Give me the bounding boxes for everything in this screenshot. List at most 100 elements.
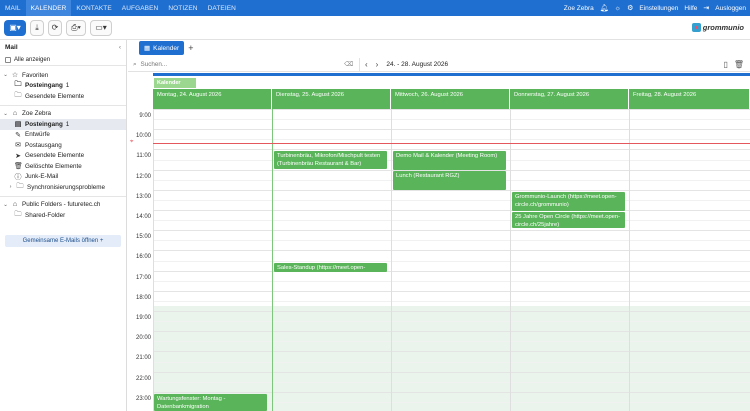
week-grid: Kalender Montag, 24. August 2026 Diensta… (128, 73, 750, 411)
bell-icon[interactable]: 🔔︎ (600, 4, 609, 12)
nav-files[interactable]: DATEIEN (203, 0, 241, 16)
collapse-sidebar-icon[interactable]: ‹ (119, 44, 121, 51)
favorites-label: Favoriten (22, 71, 49, 79)
new-appointment-button[interactable]: ▣▾ (4, 19, 26, 36)
calendar-event[interactable]: Turbinenbräu, Mikrofon/Mischpult testen … (274, 151, 387, 169)
calendar-event[interactable]: Sales-Standup (https://meet.open- (274, 263, 387, 272)
logout-link[interactable]: Ausloggen (715, 5, 746, 12)
nav-calendar[interactable]: KALENDER (25, 0, 72, 16)
day-header[interactable]: Donnerstag, 27. August 2026 (510, 89, 629, 109)
account-node[interactable]: ⌄ ⌂ Zoe Zebra (0, 109, 126, 120)
half-hour-gridline (153, 321, 750, 323)
drafts-icon: ✎ (15, 131, 21, 139)
calendar-chip[interactable]: Kalender (154, 78, 196, 88)
outbox-icon: ✉ (15, 142, 21, 150)
download-button[interactable]: ⤓ (30, 19, 44, 36)
print-button[interactable]: ⎙▾ (66, 19, 86, 36)
day-header[interactable]: Mittwoch, 26. August 2026 (391, 89, 510, 109)
nav-mail[interactable]: MAIL (0, 0, 26, 16)
hour-label: 14:00 (135, 214, 151, 220)
print-icon: ⎙▾ (71, 22, 81, 32)
sidebar-item-junk[interactable]: ⓘ Junk-E-Mail (0, 172, 126, 183)
logo-text: grommunio (702, 23, 744, 32)
hour-label: 19:00 (135, 315, 151, 321)
theme-sun-icon[interactable]: ☼ (615, 5, 621, 12)
sidebar-item-sync[interactable]: › 🗀︎ Synchronisierungsprobleme (0, 182, 126, 193)
help-link[interactable]: Hilfe (684, 5, 697, 12)
chevron-down-icon[interactable]: ⌄ (3, 111, 8, 117)
hour-label: 9:00 (139, 113, 151, 119)
hour-gridline (153, 351, 750, 353)
sidebar-item-sent[interactable]: ➤ Gesendete Elemente (0, 151, 126, 162)
clear-search-icon[interactable]: ⌫ (344, 61, 353, 68)
nav-contacts[interactable]: KONTAKTE (71, 0, 116, 16)
app-nav: MAIL KALENDER KONTAKTE AUFGABEN NOTIZEN … (0, 0, 241, 16)
calendar-event[interactable]: 25 Jahre Open Circle (https://meet.open-… (512, 212, 625, 228)
user-name[interactable]: Zoe Zebra (564, 5, 594, 12)
tab-bar: ▦ Kalender + (128, 40, 750, 56)
calendar-event[interactable]: Wartungsfenster: Montag - Datenbankmigra… (154, 394, 267, 411)
mobile-view-icon[interactable]: ▯ (723, 60, 727, 69)
logout-icon[interactable]: ⇥ (703, 4, 709, 12)
favorites-sent-label: Gesendete Elemente (25, 92, 85, 100)
current-time-marker-icon: ⌖ (130, 139, 134, 145)
favorites-inbox-label: Posteingang (25, 82, 63, 90)
tab-calendar-label: Kalender (153, 44, 180, 52)
add-tab-button[interactable]: + (188, 43, 193, 53)
hour-label: 11:00 (136, 153, 151, 160)
hour-gridline (153, 371, 750, 373)
calendar-event[interactable]: Demo Mail & Kalender (Meeting Room) (393, 151, 506, 170)
gear-icon[interactable]: ⚙ (627, 4, 633, 12)
public-folders-node[interactable]: ⌄ ⌂ Public Folders - futuretec.ch (0, 200, 126, 211)
sidebar-item-shared-folder[interactable]: 🗀︎ Shared-Folder (0, 210, 126, 221)
favorites-node[interactable]: ⌄ ☆ Favoriten (0, 70, 126, 81)
sidebar-item-inbox[interactable]: ▤ Posteingang 1 (0, 119, 126, 130)
chevron-down-icon[interactable]: ⌄ (3, 202, 8, 208)
day-divider (153, 109, 154, 411)
home-icon: ⌂ (12, 201, 18, 209)
trash-icon: 🗑︎ (14, 163, 23, 171)
half-hour-gridline (153, 300, 750, 302)
chevron-down-icon[interactable]: ⌄ (3, 72, 8, 78)
sidebar-item-deleted[interactable]: 🗑︎ Gelöschte Elemente (0, 161, 126, 172)
hour-gridline (153, 270, 750, 272)
hour-gridline (153, 129, 750, 131)
nav-notes[interactable]: NOTIZEN (163, 0, 202, 16)
day-header[interactable]: Dienstag, 25. August 2026 (272, 89, 391, 109)
next-week-button[interactable]: › (376, 60, 379, 69)
nav-tasks[interactable]: AUFGABEN (117, 0, 164, 16)
half-hour-gridline (153, 240, 750, 242)
hour-label: 15:00 (135, 234, 151, 241)
delete-icon[interactable]: 🗑︎ (734, 60, 744, 69)
hour-gridline (153, 290, 750, 292)
day-divider (391, 109, 392, 411)
show-all-toggle[interactable]: Alle anzeigen (0, 54, 126, 66)
open-shared-mail-button[interactable]: Gemeinsame E-Mails öffnen + (5, 235, 121, 247)
favorites-inbox[interactable]: 🗀︎ Posteingang 1 (0, 81, 126, 92)
day-divider (510, 109, 511, 411)
favorites-sent[interactable]: 🗀︎ Gesendete Elemente (0, 91, 126, 102)
half-hour-gridline (153, 280, 750, 282)
sent-label: Gesendete Elemente (25, 152, 85, 160)
hour-label: 17:00 (135, 274, 151, 281)
search-placeholder: Suchen... (140, 61, 168, 68)
folder-icon: 🗀︎ (14, 81, 22, 89)
sidebar-item-outbox[interactable]: ✉ Postausgang (0, 140, 126, 151)
show-all-checkbox[interactable] (5, 56, 11, 63)
tab-calendar[interactable]: ▦ Kalender (139, 41, 185, 55)
search-input[interactable]: ⌕ Suchen... ⌫ (128, 57, 360, 72)
day-header[interactable]: Freitag, 28. August 2026 (629, 89, 750, 109)
sidebar-item-drafts[interactable]: ✎ Entwürfe (0, 130, 126, 141)
calendar-event[interactable]: Grommunio-Launch (https://meet.open-circ… (512, 192, 625, 211)
grommunio-logo: grommunio (691, 23, 744, 32)
folder-icon: 🗀︎ (16, 182, 24, 190)
calendar-event[interactable]: Lunch (Restaurant RGZ) (393, 171, 506, 190)
refresh-icon: ⟳ (51, 23, 59, 32)
previous-week-button[interactable]: ‹ (365, 60, 368, 69)
chevron-right-icon[interactable]: › (8, 184, 13, 190)
settings-link[interactable]: Einstellungen (639, 5, 678, 12)
view-button[interactable]: ▭▾ (90, 19, 112, 36)
refresh-button[interactable]: ⟳ (48, 19, 62, 36)
day-header[interactable]: Montag, 24. August 2026 (153, 89, 272, 109)
home-icon: ⌂ (12, 110, 18, 118)
